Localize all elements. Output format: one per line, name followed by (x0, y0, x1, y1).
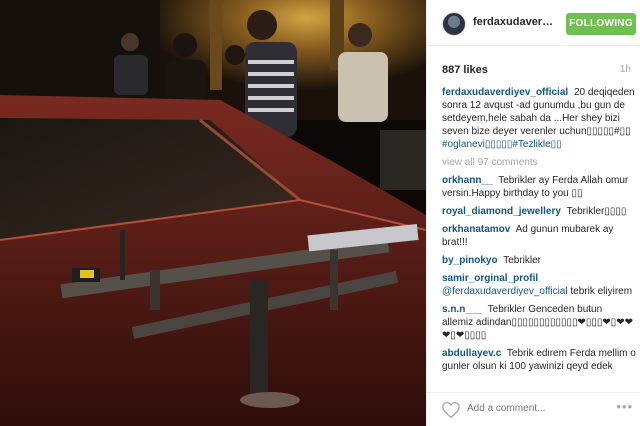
comment-item: by_pinokyo Tebrikler (442, 254, 636, 267)
comment-item: orkhann__ Tebrikler ay Ferda Allah omur … (442, 174, 636, 200)
avatar[interactable] (442, 12, 466, 36)
caption: ferdaxudaverdiyev_official 20 deqiqeden … (442, 86, 636, 151)
comment-username[interactable]: samir_orginal_profil (442, 273, 538, 284)
post-stats: 887 likes 1h (442, 64, 636, 76)
caption-hashtags[interactable]: #oglanevi▯▯▯▯▯#Tezlikle▯▯ (442, 139, 562, 150)
post-details-panel: ferdaxudaverdi... FOLLOWING 887 likes 1h… (426, 0, 640, 426)
comment-username[interactable]: by_pinokyo (442, 255, 498, 266)
caption-username[interactable]: ferdaxudaverdiyev_official (442, 87, 568, 98)
comment-username[interactable]: orkhanatamov (442, 224, 510, 235)
post-photo-image (0, 0, 426, 426)
comment-username[interactable]: orkhann__ (442, 175, 493, 186)
more-options-icon[interactable]: ••• (616, 399, 633, 414)
comment-username[interactable]: abdullayev.c (442, 348, 501, 359)
view-all-comments-link[interactable]: view all 97 comments (442, 156, 636, 169)
comment-item: royal_diamond_jewellery Tebrikler▯▯▯▯ (442, 205, 636, 218)
comment-item: abdullayev.c Tebrik edirem Ferda mellim … (442, 347, 636, 373)
post-header: ferdaxudaverdi... FOLLOWING (427, 0, 640, 46)
comment-text: Tebrikler (503, 255, 541, 266)
likes-count[interactable]: 887 likes (442, 64, 488, 76)
comment-text: tebrik eliyirem (570, 286, 633, 297)
post-username[interactable]: ferdaxudaverdi... (473, 16, 555, 28)
post-photo[interactable] (0, 0, 426, 426)
heart-icon[interactable] (441, 401, 461, 419)
comment-username[interactable]: s.n.n___ (442, 304, 482, 315)
comment-text: Tebrikler▯▯▯▯ (566, 206, 627, 217)
comment-bar: ••• (427, 392, 640, 426)
comments-list: ferdaxudaverdiyev_official 20 deqiqeden … (442, 86, 636, 392)
following-button[interactable]: FOLLOWING (566, 13, 636, 35)
post-time[interactable]: 1h (620, 64, 631, 75)
comment-item: orkhanatamov Ad gunun mubarek ay brat!!! (442, 223, 636, 249)
comment-item: s.n.n___ Tebrikler Genceden butun allemi… (442, 303, 636, 342)
comment-username[interactable]: royal_diamond_jewellery (442, 206, 561, 217)
add-comment-input[interactable] (467, 403, 587, 414)
comment-mention[interactable]: @ferdaxudaverdiyev_official (442, 286, 568, 297)
comment-item: samir_orginal_profil @ferdaxudaverdiyev_… (442, 272, 636, 298)
